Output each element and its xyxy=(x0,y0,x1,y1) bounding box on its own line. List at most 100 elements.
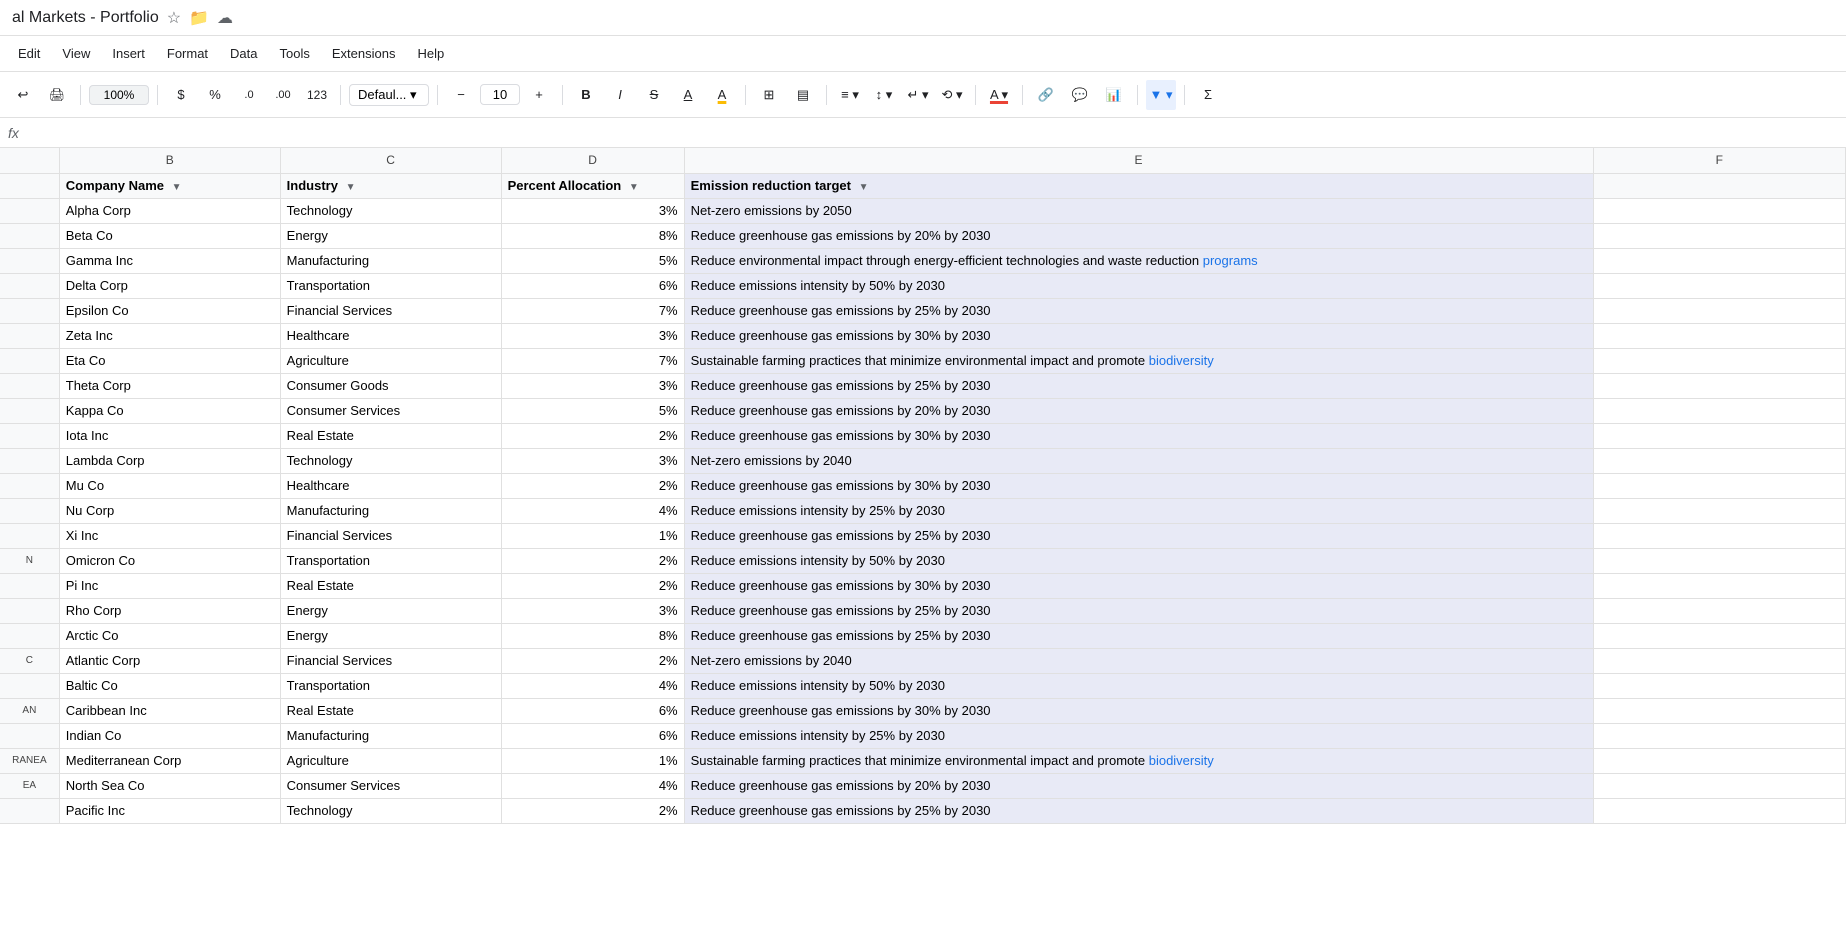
percent-cell[interactable]: 6% xyxy=(501,698,684,723)
emission-cell[interactable]: Net-zero emissions by 2040 xyxy=(684,448,1593,473)
industry-cell[interactable]: Real Estate xyxy=(280,698,501,723)
zoom-display[interactable]: 100% xyxy=(89,85,149,105)
company-name-cell[interactable]: Gamma Inc xyxy=(59,248,280,273)
filter-industry-icon[interactable]: ▼ xyxy=(346,182,356,193)
company-name-cell[interactable]: Eta Co xyxy=(59,348,280,373)
italic-button[interactable]: I xyxy=(605,80,635,110)
font-size-minus-button[interactable]: − xyxy=(446,80,476,110)
company-name-cell[interactable]: Epsilon Co xyxy=(59,298,280,323)
percent-cell[interactable]: 5% xyxy=(501,248,684,273)
company-name-cell[interactable]: Theta Corp xyxy=(59,373,280,398)
industry-cell[interactable]: Technology xyxy=(280,198,501,223)
emission-cell[interactable]: Reduce greenhouse gas emissions by 20% b… xyxy=(684,773,1593,798)
company-name-cell[interactable]: Arctic Co xyxy=(59,623,280,648)
industry-cell[interactable]: Real Estate xyxy=(280,423,501,448)
industry-cell[interactable]: Agriculture xyxy=(280,348,501,373)
industry-cell[interactable]: Financial Services xyxy=(280,648,501,673)
industry-cell[interactable]: Agriculture xyxy=(280,748,501,773)
industry-cell[interactable]: Energy xyxy=(280,223,501,248)
percent-cell[interactable]: 4% xyxy=(501,773,684,798)
menu-format[interactable]: Format xyxy=(157,42,218,65)
emission-cell[interactable]: Net-zero emissions by 2050 xyxy=(684,198,1593,223)
company-name-cell[interactable]: Lambda Corp xyxy=(59,448,280,473)
industry-cell[interactable]: Transportation xyxy=(280,548,501,573)
company-name-cell[interactable]: Mu Co xyxy=(59,473,280,498)
industry-cell[interactable]: Transportation xyxy=(280,273,501,298)
percent-cell[interactable]: 3% xyxy=(501,198,684,223)
industry-cell[interactable]: Technology xyxy=(280,798,501,823)
font-family-display[interactable]: Defaul... ▾ xyxy=(349,84,429,106)
emission-cell[interactable]: Reduce greenhouse gas emissions by 30% b… xyxy=(684,323,1593,348)
col-header-b[interactable]: B xyxy=(59,148,280,173)
emission-cell[interactable]: Reduce greenhouse gas emissions by 25% b… xyxy=(684,598,1593,623)
percent-cell[interactable]: 3% xyxy=(501,598,684,623)
fill-color-button[interactable]: A xyxy=(707,80,737,110)
company-name-cell[interactable]: Caribbean Inc xyxy=(59,698,280,723)
industry-cell[interactable]: Manufacturing xyxy=(280,723,501,748)
company-name-cell[interactable]: Kappa Co xyxy=(59,398,280,423)
emission-cell[interactable]: Reduce greenhouse gas emissions by 20% b… xyxy=(684,223,1593,248)
company-name-cell[interactable]: Nu Corp xyxy=(59,498,280,523)
industry-cell[interactable]: Healthcare xyxy=(280,473,501,498)
link-button[interactable]: 🔗 xyxy=(1031,80,1061,110)
percent-cell[interactable]: 6% xyxy=(501,273,684,298)
percent-cell[interactable]: 2% xyxy=(501,548,684,573)
percent-cell[interactable]: 2% xyxy=(501,573,684,598)
filter-company-icon[interactable]: ▼ xyxy=(172,182,182,193)
percent-cell[interactable]: 7% xyxy=(501,298,684,323)
dec-increase-button[interactable]: .00 xyxy=(268,80,298,110)
emission-cell[interactable]: Reduce emissions intensity by 50% by 203… xyxy=(684,548,1593,573)
percent-cell[interactable]: 2% xyxy=(501,473,684,498)
print-button[interactable]: 🖨 xyxy=(42,80,72,110)
cloud-icon[interactable]: ☁ xyxy=(217,8,233,28)
format123-button[interactable]: 123 xyxy=(302,80,332,110)
emission-cell[interactable]: Sustainable farming practices that minim… xyxy=(684,348,1593,373)
currency-button[interactable]: $ xyxy=(166,80,196,110)
emission-cell[interactable]: Reduce greenhouse gas emissions by 25% b… xyxy=(684,798,1593,823)
company-name-cell[interactable]: Omicron Co xyxy=(59,548,280,573)
company-name-cell[interactable]: Pacific Inc xyxy=(59,798,280,823)
industry-cell[interactable]: Technology xyxy=(280,448,501,473)
percent-cell[interactable]: 1% xyxy=(501,523,684,548)
header-emission[interactable]: Emission reduction target ▼ xyxy=(684,173,1593,198)
filter-emission-icon[interactable]: ▼ xyxy=(859,182,869,193)
menu-extensions[interactable]: Extensions xyxy=(322,42,406,65)
filter-button[interactable]: ▼ ▾ xyxy=(1146,80,1176,110)
company-name-cell[interactable]: Xi Inc xyxy=(59,523,280,548)
col-header-c[interactable]: C xyxy=(280,148,501,173)
menu-view[interactable]: View xyxy=(52,42,100,65)
emission-cell[interactable]: Reduce greenhouse gas emissions by 25% b… xyxy=(684,523,1593,548)
header-company-name[interactable]: Company Name ▼ xyxy=(59,173,280,198)
emission-cell[interactable]: Reduce greenhouse gas emissions by 30% b… xyxy=(684,423,1593,448)
industry-cell[interactable]: Financial Services xyxy=(280,298,501,323)
industry-cell[interactable]: Real Estate xyxy=(280,573,501,598)
emission-cell[interactable]: Reduce greenhouse gas emissions by 25% b… xyxy=(684,623,1593,648)
percent-cell[interactable]: 8% xyxy=(501,623,684,648)
percent-cell[interactable]: 2% xyxy=(501,798,684,823)
percent-cell[interactable]: 2% xyxy=(501,648,684,673)
menu-help[interactable]: Help xyxy=(407,42,454,65)
header-industry[interactable]: Industry ▼ xyxy=(280,173,501,198)
emission-cell[interactable]: Reduce greenhouse gas emissions by 20% b… xyxy=(684,398,1593,423)
font-size-display[interactable]: 10 xyxy=(480,84,520,105)
chart-button[interactable]: 📊 xyxy=(1099,80,1129,110)
percent-cell[interactable]: 5% xyxy=(501,398,684,423)
percent-cell[interactable]: 4% xyxy=(501,498,684,523)
dec-decrease-button[interactable]: .0 xyxy=(234,80,264,110)
col-header-d[interactable]: D xyxy=(501,148,684,173)
emission-cell[interactable]: Reduce greenhouse gas emissions by 25% b… xyxy=(684,298,1593,323)
menu-tools[interactable]: Tools xyxy=(270,42,320,65)
emission-cell[interactable]: Reduce greenhouse gas emissions by 30% b… xyxy=(684,573,1593,598)
emission-cell[interactable]: Reduce emissions intensity by 50% by 203… xyxy=(684,273,1593,298)
menu-data[interactable]: Data xyxy=(220,42,267,65)
company-name-cell[interactable]: Mediterranean Corp xyxy=(59,748,280,773)
company-name-cell[interactable]: Baltic Co xyxy=(59,673,280,698)
industry-cell[interactable]: Healthcare xyxy=(280,323,501,348)
industry-cell[interactable]: Transportation xyxy=(280,673,501,698)
menu-insert[interactable]: Insert xyxy=(102,42,155,65)
emission-cell[interactable]: Net-zero emissions by 2040 xyxy=(684,648,1593,673)
merge-button[interactable]: ▤ xyxy=(788,80,818,110)
emission-cell[interactable]: Reduce greenhouse gas emissions by 30% b… xyxy=(684,473,1593,498)
formula-input[interactable] xyxy=(27,125,1838,140)
col-header-e[interactable]: E xyxy=(684,148,1593,173)
